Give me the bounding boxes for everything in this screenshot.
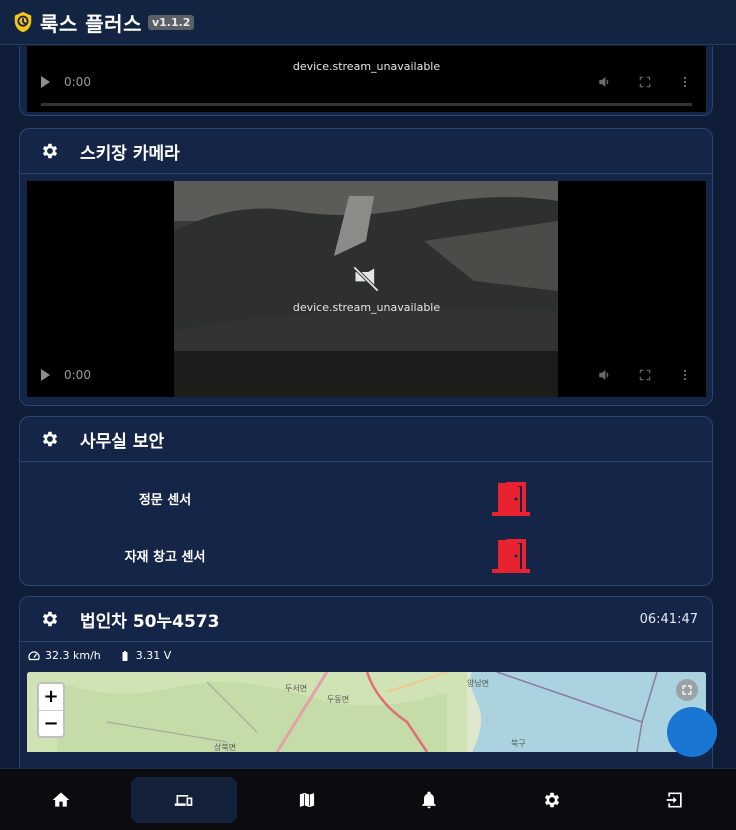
play-icon[interactable] (41, 369, 50, 381)
sensor-row-warehouse[interactable]: 자재 창고 센서 (20, 530, 714, 580)
vehicle-timestamp: 06:41:47 (639, 611, 698, 627)
zoom-in-button[interactable]: + (39, 684, 63, 711)
bottom-nav (0, 768, 736, 830)
ski-camera-title: 스키장 카메라 (80, 143, 180, 164)
gear-icon[interactable] (40, 429, 60, 449)
nav-devices[interactable] (130, 776, 238, 823)
fullscreen-icon[interactable] (638, 368, 652, 382)
nav-settings[interactable] (499, 777, 606, 823)
floating-action-button[interactable] (667, 707, 717, 757)
speed-value: 32.3 km/h (45, 649, 101, 662)
map-place-label: 두서면 (285, 684, 308, 693)
volume-icon[interactable] (598, 368, 612, 382)
map-fullscreen-button[interactable] (676, 679, 698, 701)
vehicle-card: 법인차 50누4573 06:41:47 32.3 km/h 3.31 V 두서… (19, 596, 713, 768)
camera-off-icon (353, 266, 379, 292)
video-time: 0:00 (64, 368, 91, 382)
devices-icon (174, 794, 193, 806)
map-place-label: 상북면 (214, 743, 237, 752)
settings-icon (544, 792, 560, 807)
map-place-label: 양남면 (467, 679, 490, 688)
content-scroll[interactable]: device.stream_unavailable 0:00 스키장 카메라 d… (0, 46, 736, 768)
map-place-label: 북구 (511, 739, 526, 748)
office-security-title: 사무실 보안 (80, 431, 165, 452)
ski-camera-video[interactable]: device.stream_unavailable 0:00 (27, 181, 706, 397)
speedometer-icon (28, 650, 40, 660)
map-zoom-control: + − (37, 682, 65, 738)
home-icon (52, 792, 70, 807)
vehicle-stats: 32.3 km/h 3.31 V (28, 649, 171, 662)
camera-card-top: device.stream_unavailable 0:00 (19, 46, 713, 116)
office-security-header: 사무실 보안 (20, 417, 712, 462)
video-progress-bar[interactable] (41, 103, 692, 106)
vehicle-header: 법인차 50누4573 06:41:47 (20, 597, 712, 642)
play-icon[interactable] (41, 76, 50, 88)
nav-home[interactable] (8, 777, 115, 823)
door-open-icon (492, 482, 530, 516)
fullscreen-icon[interactable] (638, 75, 652, 89)
map-icon (298, 791, 315, 808)
logout-icon (666, 792, 682, 807)
video-controls: 0:00 (27, 353, 706, 397)
sensor-label: 정문 센서 (138, 492, 192, 508)
vehicle-title: 법인차 50누4573 (80, 611, 220, 632)
speed-stat: 32.3 km/h (28, 649, 101, 662)
more-options-icon[interactable] (678, 368, 692, 382)
stream-unavailable-text: device.stream_unavailable (292, 301, 441, 314)
zoom-out-button[interactable]: − (39, 711, 63, 737)
gear-icon[interactable] (40, 609, 60, 629)
video-player-top[interactable]: device.stream_unavailable 0:00 (27, 46, 706, 112)
battery-stat: 3.31 V (119, 649, 172, 662)
map-place-label: 두동면 (327, 695, 350, 704)
video-controls: 0:00 (27, 60, 706, 104)
video-time: 0:00 (64, 75, 91, 89)
door-open-icon (492, 539, 530, 573)
more-options-icon[interactable] (678, 75, 692, 89)
battery-icon (122, 650, 128, 661)
vehicle-map[interactable]: 두서면 두동면 양남면 북구 상북면 + − (27, 672, 706, 752)
gear-icon[interactable] (40, 141, 60, 161)
nav-notifications[interactable] (376, 777, 483, 823)
version-badge: v1.1.2 (147, 14, 195, 30)
nav-logout[interactable] (621, 777, 728, 823)
map-tiles (27, 672, 706, 752)
ski-camera-card: 스키장 카메라 device.stream_unavailable 0:00 (19, 128, 713, 406)
sensor-label: 자재 창고 센서 (124, 549, 206, 565)
nav-map[interactable] (253, 777, 360, 823)
sensor-row-main-door[interactable]: 정문 센서 (20, 473, 714, 523)
ski-camera-header: 스키장 카메라 (20, 129, 712, 174)
voltage-value: 3.31 V (135, 649, 172, 662)
bell-icon (422, 791, 437, 808)
app-bar: 룩스 플러스 v1.1.2 (0, 0, 736, 45)
app-title: 룩스 플러스 (40, 11, 142, 36)
fullscreen-icon (682, 685, 692, 695)
volume-icon[interactable] (598, 75, 612, 89)
shield-logo-icon (14, 11, 32, 33)
office-security-card: 사무실 보안 정문 센서 자재 창고 센서 (19, 416, 713, 586)
